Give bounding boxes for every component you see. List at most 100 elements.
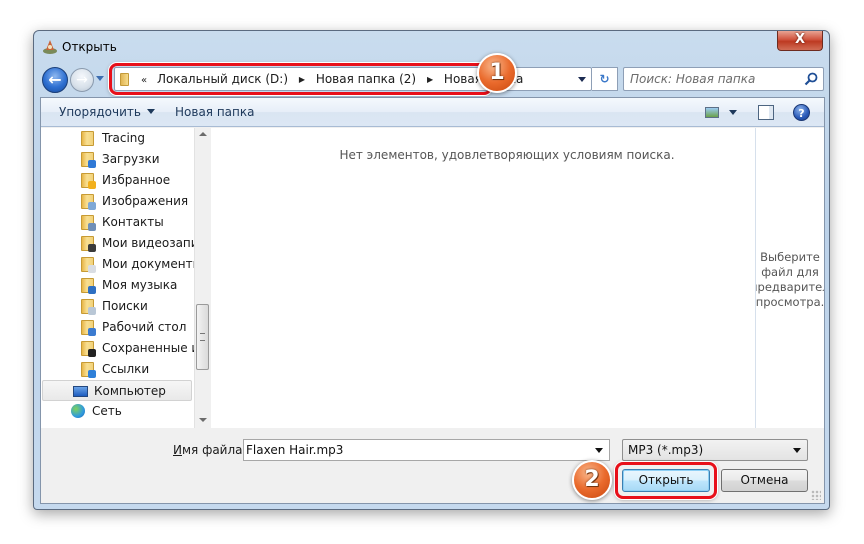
change-view-icon[interactable] (705, 107, 719, 118)
preview-message-line: Выберите (760, 250, 820, 264)
computer-icon (73, 386, 88, 397)
command-bar: Упорядочить Новая папка ? (41, 98, 824, 127)
sidebar-item-contacts[interactable]: Контакты (41, 212, 195, 233)
sidebar-item-links[interactable]: Ссылки (41, 359, 195, 380)
links-folder-icon (81, 362, 96, 378)
refresh-button[interactable]: ↻ (592, 67, 618, 91)
preview-message-line: файл для (761, 265, 819, 279)
sidebar-item-searches[interactable]: Поиски (41, 296, 195, 317)
organize-label: Упорядочить (59, 105, 141, 119)
open-file-dialog: Открыть X ← → « Локальный диск (D:) ▶ Но… (33, 30, 830, 510)
pictures-folder-icon (81, 194, 96, 210)
preview-pane: Выберите файл для предварительного просм… (755, 128, 824, 428)
open-button[interactable]: Открыть (622, 469, 710, 492)
sidebar-item-downloads[interactable]: Загрузки (41, 149, 195, 170)
sidebar-item-videos[interactable]: Мои видеозаписи (41, 233, 209, 254)
address-history-dropdown-icon[interactable] (578, 77, 586, 82)
back-button[interactable]: ← (42, 67, 68, 93)
breadcrumb-separator-icon[interactable]: ▶ (299, 75, 305, 84)
breadcrumb: « Локальный диск (D:) ▶ Новая папка (2) … (135, 72, 523, 86)
navigation-pane: Tracing Загрузки Избранное Изображения К… (41, 128, 210, 428)
scroll-up-arrow-icon[interactable] (199, 132, 207, 136)
music-folder-icon (81, 278, 96, 294)
step-badge-1: 1 (477, 53, 517, 93)
sidebar-item-saved-games[interactable]: Сохраненные игры (41, 338, 209, 359)
sidebar-item-label: Сеть (92, 404, 122, 418)
search-box[interactable] (623, 67, 824, 91)
sidebar-item-documents[interactable]: Мои документы (41, 254, 202, 275)
sidebar-item-label: Ссылки (102, 362, 150, 376)
sidebar-item-desktop[interactable]: Рабочий стол (41, 317, 195, 338)
cancel-button[interactable]: Отмена (721, 469, 808, 492)
search-input[interactable] (630, 72, 800, 86)
searches-folder-icon (81, 299, 96, 315)
preview-pane-toggle-icon[interactable] (758, 105, 774, 120)
navigation-pane-scrollbar[interactable] (194, 128, 210, 428)
sidebar-item-pictures[interactable]: Изображения (41, 191, 195, 212)
resize-grip[interactable] (811, 490, 821, 500)
preview-message-line: просмотра. (755, 295, 824, 309)
search-icon[interactable] (804, 72, 818, 86)
contacts-folder-icon (81, 215, 96, 231)
videos-folder-icon (81, 236, 96, 252)
downloads-folder-icon (81, 152, 96, 168)
folder-icon (81, 131, 94, 146)
breadcrumb-separator-icon[interactable]: ▶ (427, 75, 433, 84)
chevron-down-icon (793, 448, 801, 453)
help-icon[interactable]: ? (793, 104, 810, 121)
sidebar-item-label: Изображения (102, 194, 189, 208)
back-arrow-icon: ← (48, 70, 62, 89)
new-folder-button[interactable]: Новая папка (175, 105, 254, 119)
sidebar-item-network[interactable]: Сеть (41, 401, 195, 422)
filename-label-accelerator: И (173, 443, 182, 457)
sidebar-item-label: Избранное (102, 173, 171, 187)
saved-games-folder-icon (81, 341, 96, 357)
breadcrumb-item[interactable]: Новая папка (2) (316, 72, 416, 86)
sidebar-item-computer[interactable]: Компьютер (42, 380, 192, 401)
filename-input[interactable] (246, 443, 576, 457)
sidebar-item-label: Tracing (102, 131, 146, 145)
network-icon (71, 404, 85, 418)
sidebar-item-label: Рабочий стол (102, 320, 187, 334)
sidebar-item-music[interactable]: Моя музыка (41, 275, 195, 296)
breadcrumb-item[interactable]: Локальный диск (D:) (157, 72, 288, 86)
organize-menu-button[interactable]: Упорядочить (59, 105, 155, 119)
file-type-select[interactable]: MP3 (*.mp3) (622, 439, 808, 461)
preview-message-line: предварительного (755, 280, 824, 294)
filename-label: Имя файла: (173, 443, 247, 457)
dialog-content: Упорядочить Новая папка ? Tracing Загруз… (40, 97, 825, 504)
chevron-down-icon (146, 109, 155, 114)
folder-icon (120, 73, 129, 86)
file-list[interactable]: Нет элементов, удовлетворяющих условиям … (211, 128, 755, 428)
preview-message: Выберите файл для предварительного просм… (755, 250, 824, 310)
sidebar-item-label: Моя музыка (102, 278, 178, 292)
step-badge-2: 2 (572, 460, 612, 500)
filename-combobox[interactable] (243, 439, 610, 461)
filename-label-text: мя файла: (181, 443, 247, 457)
favorites-folder-icon (81, 173, 96, 189)
sidebar-item-favorites[interactable]: Избранное (41, 170, 195, 191)
sidebar-item-label: Контакты (102, 215, 164, 229)
window-title: Открыть (62, 40, 117, 54)
recent-locations-dropdown[interactable] (96, 76, 104, 81)
address-bar[interactable]: « Локальный диск (D:) ▶ Новая папка (2) … (114, 67, 592, 91)
breadcrumb-overflow-icon[interactable]: « (141, 75, 147, 86)
sidebar-item-label: Загрузки (102, 152, 160, 166)
forward-button[interactable]: → (70, 68, 94, 92)
documents-folder-icon (81, 257, 96, 273)
scroll-down-arrow-icon[interactable] (199, 418, 207, 422)
chevron-down-icon[interactable] (595, 448, 603, 453)
sidebar-item-label: Поиски (102, 299, 148, 313)
file-type-value: MP3 (*.mp3) (628, 443, 704, 457)
view-options-dropdown-icon[interactable] (729, 110, 737, 115)
sidebar-item-label: Мои документы (102, 257, 203, 271)
empty-folder-message: Нет элементов, удовлетворяющих условиям … (339, 148, 675, 162)
title-bar[interactable]: Открыть X (34, 31, 829, 61)
desktop-folder-icon (81, 320, 96, 336)
app-icon (43, 40, 57, 54)
forward-arrow-icon: → (76, 72, 88, 88)
close-button[interactable]: X (777, 31, 823, 51)
sidebar-item-label: Компьютер (94, 384, 166, 398)
sidebar-item-tracing[interactable]: Tracing (41, 128, 195, 149)
scroll-thumb[interactable] (196, 304, 209, 370)
